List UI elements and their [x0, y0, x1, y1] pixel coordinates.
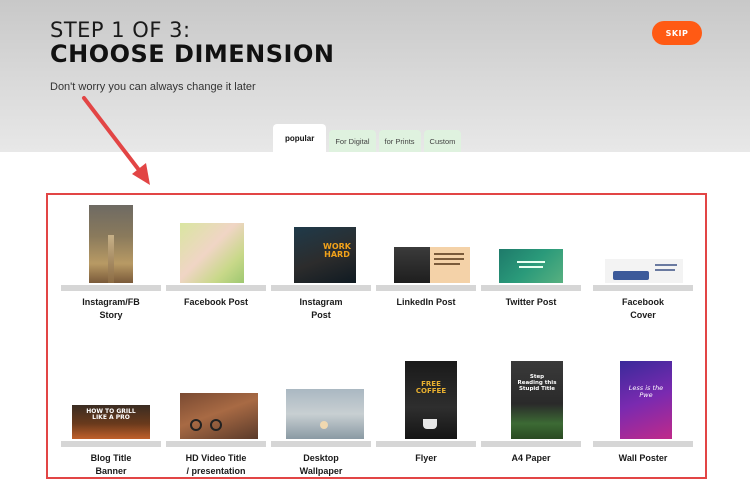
shelf — [481, 441, 581, 447]
shelf — [593, 285, 693, 291]
shelf — [61, 441, 161, 447]
facebook-cover-thumbnail — [605, 259, 683, 283]
thumbnail-text: WORK HARD — [323, 242, 351, 260]
shelf — [166, 441, 266, 447]
category-tabs: popular For Digital for Prints Custom — [273, 124, 464, 152]
template-blog-title-banner[interactable]: HOW TO GRILL LIKE A PRO Blog Title Banne… — [61, 359, 161, 489]
template-label: Wall Poster — [618, 453, 668, 463]
story-thumbnail — [89, 205, 133, 283]
template-grid: Instagram/FB Story Facebook Post WORK HA… — [46, 193, 707, 479]
blog-banner-thumbnail: HOW TO GRILL LIKE A PRO — [72, 405, 150, 439]
facebook-post-thumbnail — [180, 223, 244, 283]
template-label: Twitter Post — [505, 297, 557, 307]
template-label: Blog Title — [90, 453, 132, 463]
shelf — [481, 285, 581, 291]
shelf — [61, 285, 161, 291]
shelf — [271, 441, 371, 447]
template-label: Cover — [630, 310, 656, 320]
instagram-post-thumbnail: WORK HARD — [294, 227, 356, 283]
template-label: LinkedIn Post — [396, 297, 456, 307]
tab-for-prints[interactable]: for Prints — [378, 130, 421, 152]
shelf — [271, 285, 371, 291]
template-facebook-cover[interactable]: Facebook Cover — [593, 203, 693, 333]
poster-thumbnail: Less is the Pwe — [620, 361, 672, 439]
page-title: CHOOSE DIMENSION — [50, 40, 335, 68]
template-label: Wallpaper — [299, 466, 343, 476]
template-wall-poster[interactable]: Less is the Pwe Wall Poster — [593, 359, 693, 489]
template-label: Story — [99, 310, 123, 320]
wallpaper-thumbnail — [286, 389, 364, 439]
template-label: Desktop — [303, 453, 339, 463]
template-label: Banner — [95, 466, 127, 476]
shelf — [593, 441, 693, 447]
template-label: A4 Paper — [511, 453, 551, 463]
template-linkedin-post[interactable]: LinkedIn Post — [376, 203, 476, 333]
template-label: Instagram — [299, 297, 343, 307]
template-desktop-wallpaper[interactable]: Desktop Wallpaper — [271, 359, 371, 489]
template-label: Flyer — [415, 453, 437, 463]
template-flyer[interactable]: FREE COFFEE Flyer — [376, 359, 476, 489]
shelf — [376, 285, 476, 291]
thumbnail-text: FREE COFFEE — [415, 380, 447, 396]
annotation-arrow — [82, 96, 150, 185]
thumbnail-text: Step Reading this Stupid Title — [517, 374, 557, 392]
template-facebook-post[interactable]: Facebook Post — [166, 203, 266, 333]
thumbnail-text: HOW TO GRILL LIKE A PRO — [86, 408, 136, 422]
step-label: STEP 1 OF 3: — [50, 18, 191, 42]
flyer-thumbnail: FREE COFFEE — [405, 361, 457, 439]
shelf — [166, 285, 266, 291]
a4-thumbnail: Step Reading this Stupid Title — [511, 361, 563, 439]
tab-popular[interactable]: popular — [273, 124, 327, 152]
template-twitter-post[interactable]: Twitter Post — [481, 203, 581, 333]
template-label: Facebook Post — [183, 297, 248, 307]
template-a4-paper[interactable]: Step Reading this Stupid Title A4 Paper — [481, 359, 581, 489]
tab-custom[interactable]: Custom — [423, 130, 462, 152]
template-label: HD Video Title — [185, 453, 247, 463]
twitter-post-thumbnail — [499, 249, 563, 283]
shelf — [376, 441, 476, 447]
template-label: Post — [311, 310, 331, 320]
video-title-thumbnail — [180, 393, 258, 439]
thumbnail-text: Less is the Pwe — [628, 384, 664, 399]
template-hd-video-title[interactable]: HD Video Title / presentation — [166, 359, 266, 489]
template-label: / presentation — [186, 466, 246, 476]
skip-button[interactable]: SKIP — [652, 21, 702, 45]
template-label: Facebook — [621, 297, 664, 307]
template-label: Instagram/FB — [82, 297, 140, 307]
linkedin-post-thumbnail — [394, 247, 470, 283]
template-instagram-fb-story[interactable]: Instagram/FB Story — [61, 203, 161, 333]
tab-for-digital[interactable]: For Digital — [329, 130, 376, 152]
template-instagram-post[interactable]: WORK HARD Instagram Post — [271, 203, 371, 333]
